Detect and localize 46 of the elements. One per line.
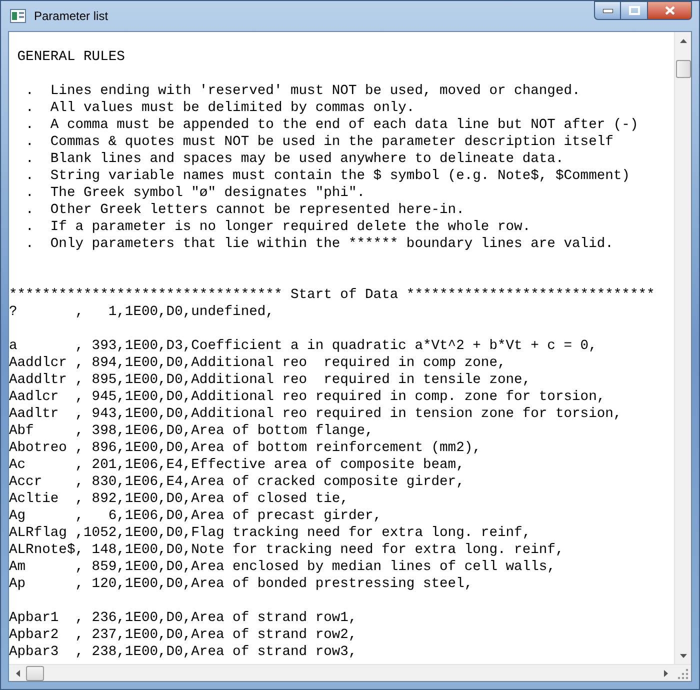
data-line: ? , 1,1E00,D0,undefined,: [9, 304, 274, 321]
scroll-up-icon[interactable]: [680, 38, 687, 42]
rule-line: . The Greek symbol "ø" designates "phi".: [24, 185, 366, 202]
rule-line: . String variable names must contain the $ symbol (e.g. Note$, $Comment): [24, 168, 630, 185]
data-line: ********************************* Start of Data ******************************: [9, 287, 655, 304]
vertical-scrollbar[interactable]: [674, 32, 691, 664]
rule-line: . Other Greek letters cannot be represented here-in.: [24, 202, 464, 219]
rule-line: . Lines ending with 'reserved' must NOT be used, moved or changed.: [24, 83, 580, 100]
rule-line: . All values must be delimited by commas only.: [24, 100, 415, 117]
minimize-button[interactable]: [594, 1, 621, 20]
window-title: Parameter list: [34, 8, 108, 25]
scroll-thumb[interactable]: [26, 666, 44, 680]
data-line: Aaddltr , 895,1E00,D0,Additional reo required in tensile zone,: [9, 372, 531, 389]
rule-line: . If a parameter is no longer required delete the whole row.: [24, 219, 531, 236]
scroll-left-icon[interactable]: [16, 670, 20, 676]
data-line: Abf , 398,1E06,D0,Area of bottom flange,: [9, 423, 374, 440]
maximize-button[interactable]: [621, 1, 647, 20]
data-line: Accr , 830,1E06,E4,Area of cracked composite girder,: [9, 474, 464, 491]
data-line: Aadlcr , 945,1E00,D0,Additional reo required in comp. zone for torsion,: [9, 389, 606, 406]
data-line: Abotreo , 896,1E00,D0,Area of bottom reinforcement (mm2),: [9, 440, 481, 457]
data-line: Aadltr , 943,1E00,D0,Additional reo required in tension zone for torsion,: [9, 406, 622, 423]
data-line: ALRflag ,1052,1E00,D0,Flag tracking need for extra long. reinf,: [9, 525, 531, 542]
data-line: Apbar1 , 236,1E00,D0,Area of strand row1,: [9, 610, 357, 627]
app-icon: [10, 9, 26, 23]
close-icon: [664, 6, 674, 15]
data-line: Apbar2 , 237,1E00,D0,Area of strand row2,: [9, 627, 357, 644]
rule-line: . Commas & quotes must NOT be used in the parameter description itself: [24, 134, 614, 151]
close-button[interactable]: [647, 1, 692, 20]
rule-line: . Only parameters that lie within the ****** boundary lines are valid.: [24, 236, 614, 253]
data-line: ALRnote$, 148,1E00,D0,Note for tracking need for extra long. reinf,: [9, 542, 564, 559]
data-line: Am , 859,1E00,D0,Area enclosed by median lines of cell walls,: [9, 559, 556, 576]
data-line: a , 393,1E00,D3,Coefficient a in quadratic a*Vt^2 + b*Vt + c = 0,: [9, 338, 597, 355]
scroll-thumb[interactable]: [676, 60, 690, 78]
rule-line: . A comma must be appended to the end of each data line but NOT after (-): [24, 117, 638, 134]
minimize-icon: [602, 8, 612, 12]
heading-line: GENERAL RULES: [16, 49, 125, 66]
data-line: Ag , 6,1E06,D0,Area of precast girder,: [9, 508, 382, 525]
data-line: Acltie , 892,1E00,D0,Area of closed tie,: [9, 491, 348, 508]
data-line: Apbar3 , 238,1E00,D0,Area of strand row3,: [9, 644, 357, 661]
data-line: Aaddlcr , 894,1E00,D0,Additional reo required in comp zone,: [9, 355, 506, 372]
scroll-right-icon[interactable]: [664, 670, 668, 676]
data-line: Ap , 120,1E00,D0,Area of bonded prestressing steel,: [9, 576, 473, 593]
rule-line: . Blank lines and spaces may be used anywhere to delineate data.: [24, 151, 564, 168]
scroll-down-icon[interactable]: [680, 654, 687, 658]
maximize-icon: [628, 6, 640, 15]
data-line: Ac , 201,1E06,E4,Effective area of composite beam,: [9, 457, 464, 474]
